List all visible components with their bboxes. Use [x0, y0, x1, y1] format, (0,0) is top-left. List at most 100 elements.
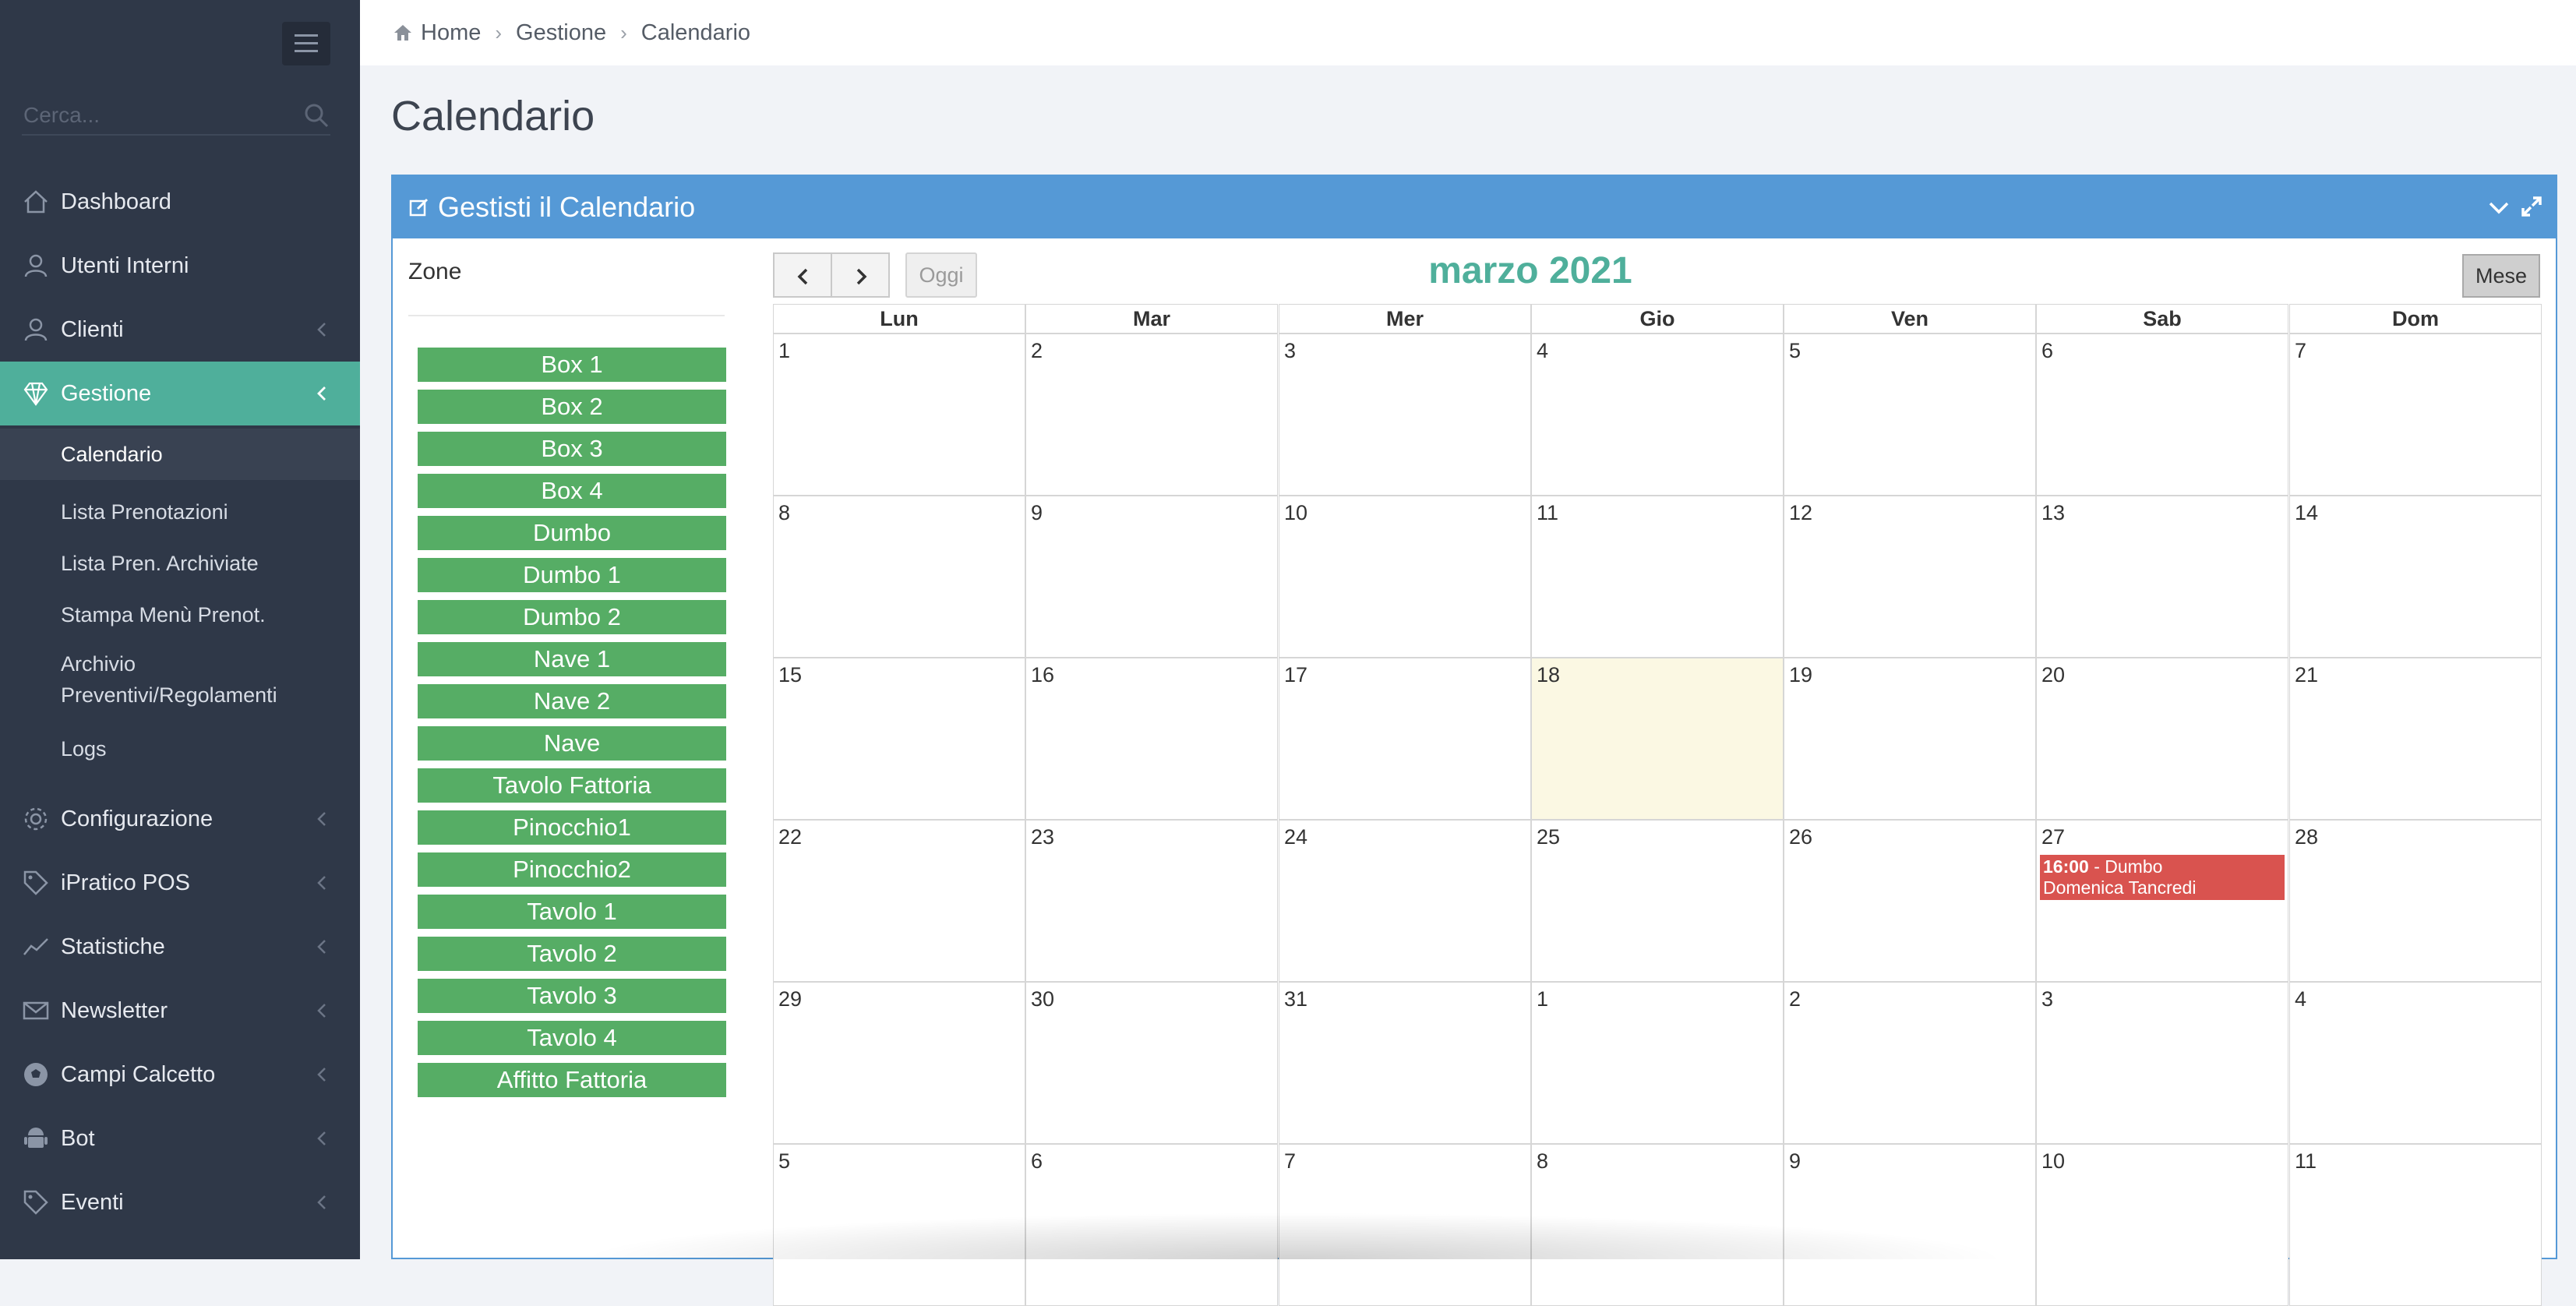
calendar-day-cell[interactable]: 21 [2289, 658, 2542, 820]
zone-box-4[interactable]: Box 4 [418, 474, 726, 508]
calendar-day-cell[interactable]: 11 [1531, 496, 1784, 658]
sidebar-item-utenti-interni[interactable]: Utenti Interni [0, 234, 360, 298]
zone-tavolo-4[interactable]: Tavolo 4 [418, 1021, 726, 1055]
calendar-day-cell[interactable]: 26 [1784, 820, 2036, 982]
day-number: 31 [1284, 987, 1308, 1011]
calendar-day-cell[interactable]: 4 [2289, 982, 2542, 1144]
zone-dumbo[interactable]: Dumbo [418, 516, 726, 550]
submenu-item-calendario[interactable]: Calendario [0, 429, 360, 480]
zone-tavolo-2[interactable]: Tavolo 2 [418, 937, 726, 971]
day-number: 5 [778, 1149, 791, 1173]
calendar-day-cell[interactable]: 14 [2289, 496, 2542, 658]
day-number: 13 [2041, 501, 2066, 524]
zone-nave-2[interactable]: Nave 2 [418, 684, 726, 718]
calendar-day-cell[interactable]: 25 [1531, 820, 1784, 982]
sidebar-item-ipratico-pos[interactable]: iPratico POS [0, 851, 360, 915]
day-number: 3 [2041, 987, 2054, 1011]
today-button[interactable]: Oggi [905, 252, 977, 298]
calendar-day-cell[interactable]: 13 [2036, 496, 2288, 658]
month-view-button[interactable]: Mese [2462, 254, 2540, 298]
calendar-day-cell[interactable]: 10 [2036, 1144, 2288, 1306]
search-icon[interactable] [302, 101, 330, 129]
weekday-header: Gio [1531, 304, 1784, 334]
calendar-day-cell[interactable]: 7 [2289, 334, 2542, 496]
day-number: 29 [778, 987, 803, 1011]
calendar-day-cell[interactable]: 2 [1025, 334, 1278, 496]
calendar-day-cell[interactable]: 27 16:00 - Dumbo Domenica Tancredi [2036, 820, 2288, 982]
sidebar-item-gestione[interactable]: Gestione [0, 362, 360, 425]
zone-box-2[interactable]: Box 2 [418, 390, 726, 424]
menu-toggle-button[interactable] [282, 22, 330, 65]
zone-dumbo-2[interactable]: Dumbo 2 [418, 600, 726, 634]
sidebar-item-label: Eventi [61, 1189, 124, 1215]
chevron-down-icon[interactable] [2487, 196, 2511, 220]
zone-box-3[interactable]: Box 3 [418, 432, 726, 466]
expand-icon[interactable] [2520, 195, 2543, 218]
next-month-button[interactable] [831, 252, 890, 298]
calendar-day-cell[interactable]: 22 [773, 820, 1025, 982]
zone-box-1[interactable]: Box 1 [418, 348, 726, 382]
home-icon [394, 25, 411, 41]
day-number: 30 [1031, 987, 1055, 1011]
sidebar-item-dashboard[interactable]: Dashboard [0, 170, 360, 234]
zone-pinocchio1[interactable]: Pinocchio1 [418, 810, 726, 845]
zone-nave[interactable]: Nave [418, 726, 726, 761]
submenu-item-lista-prenotazioni[interactable]: Lista Prenotazioni [0, 486, 360, 538]
zone-dumbo-1[interactable]: Dumbo 1 [418, 558, 726, 592]
sidebar-item-statistiche[interactable]: Statistiche [0, 915, 360, 979]
search-input[interactable] [22, 101, 290, 129]
sidebar-item-label: Gestione [61, 380, 152, 406]
zone-affitto-fattoria[interactable]: Affitto Fattoria [418, 1063, 726, 1097]
day-number: 1 [1537, 987, 1549, 1011]
sidebar-item-campi-calcetto[interactable]: Campi Calcetto [0, 1043, 360, 1107]
submenu-item-logs[interactable]: Logs [0, 723, 360, 775]
calendar-day-cell[interactable]: 12 [1784, 496, 2036, 658]
calendar-day-cell[interactable]: 28 [2289, 820, 2542, 982]
calendar-day-cell[interactable]: 4 [1531, 334, 1784, 496]
calendar-day-cell[interactable]: 3 [1279, 334, 1531, 496]
zone-tavolo-fattoria[interactable]: Tavolo Fattoria [418, 768, 726, 803]
soccer-ball-icon [24, 1063, 48, 1086]
zone-tavolo-1[interactable]: Tavolo 1 [418, 895, 726, 929]
calendar-day-cell[interactable]: 10 [1279, 496, 1531, 658]
submenu-item-lista-pren-archiviate[interactable]: Lista Pren. Archiviate [0, 538, 360, 589]
calendar-day-cell[interactable]: 24 [1279, 820, 1531, 982]
calendar-day-cell[interactable]: 30 [1025, 982, 1278, 1144]
calendar-day-cell[interactable]: 11 [2289, 1144, 2542, 1306]
calendar-day-cell[interactable]: 3 [2036, 982, 2288, 1144]
submenu-item-archivio[interactable]: Archivio Preventivi/Regolamenti [0, 639, 360, 717]
breadcrumb-home[interactable]: Home [421, 20, 481, 46]
calendar-day-cell[interactable]: 15 [773, 658, 1025, 820]
calendar-day-cell[interactable]: 23 [1025, 820, 1278, 982]
calendar-event[interactable]: 16:00 - Dumbo Domenica Tancredi [2040, 855, 2285, 900]
sidebar-item-clienti[interactable]: Clienti [0, 298, 360, 362]
day-number: 26 [1789, 825, 1813, 849]
calendar-day-cell[interactable]: 1 [1531, 982, 1784, 1144]
submenu-item-stampa-menu[interactable]: Stampa Menù Prenot. [0, 589, 360, 641]
prev-month-button[interactable] [773, 252, 832, 298]
calendar-day-cell[interactable]: 20 [2036, 658, 2288, 820]
day-number: 24 [1284, 825, 1308, 849]
chevron-left-icon [317, 812, 326, 826]
calendar-day-cell[interactable]: 19 [1784, 658, 2036, 820]
calendar-day-cell[interactable]: 16 [1025, 658, 1278, 820]
calendar-day-cell[interactable]: 8 [773, 496, 1025, 658]
calendar-day-cell[interactable]: 1 [773, 334, 1025, 496]
calendar-day-cell[interactable]: 2 [1784, 982, 2036, 1144]
calendar-day-cell[interactable]: 31 [1279, 982, 1531, 1144]
sidebar-item-eventi[interactable]: Eventi [0, 1170, 360, 1234]
day-number: 9 [1789, 1149, 1801, 1173]
calendar-day-cell[interactable]: 18 [1531, 658, 1784, 820]
calendar-day-cell[interactable]: 6 [2036, 334, 2288, 496]
sidebar-item-bot[interactable]: Bot [0, 1107, 360, 1170]
calendar-day-cell[interactable]: 29 [773, 982, 1025, 1144]
calendar-day-cell[interactable]: 9 [1025, 496, 1278, 658]
sidebar-item-configurazione[interactable]: Configurazione [0, 787, 360, 851]
calendar-day-cell[interactable]: 5 [1784, 334, 2036, 496]
breadcrumb-gestione[interactable]: Gestione [516, 20, 606, 46]
zone-tavolo-3[interactable]: Tavolo 3 [418, 979, 726, 1013]
zone-pinocchio2[interactable]: Pinocchio2 [418, 852, 726, 887]
zone-nave-1[interactable]: Nave 1 [418, 642, 726, 676]
calendar-day-cell[interactable]: 17 [1279, 658, 1531, 820]
sidebar-item-newsletter[interactable]: Newsletter [0, 979, 360, 1043]
